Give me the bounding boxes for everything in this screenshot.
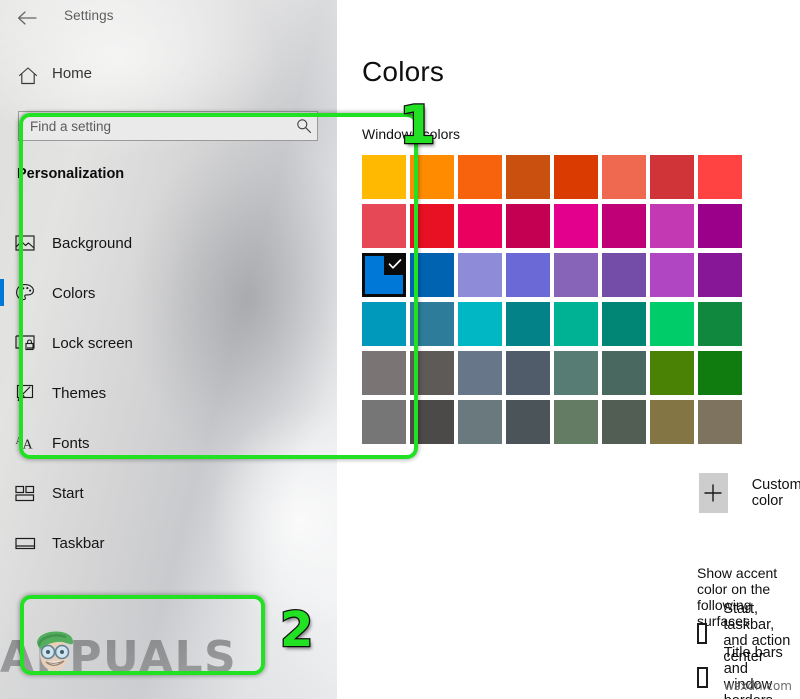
color-swatch[interactable]	[362, 302, 406, 346]
windows-colors-swatch-grid	[362, 155, 742, 444]
sidebar-item-label: Colors	[52, 284, 96, 302]
page-title: Colors	[362, 56, 445, 87]
sidebar-item-label: Start	[52, 484, 84, 502]
color-swatch[interactable]	[602, 253, 646, 297]
color-swatch[interactable]	[362, 351, 406, 395]
color-swatch[interactable]	[362, 400, 406, 444]
color-swatch[interactable]	[602, 302, 646, 346]
color-swatch[interactable]	[458, 155, 502, 199]
color-swatch[interactable]	[698, 351, 742, 395]
color-swatch[interactable]	[410, 204, 454, 248]
sidebar-item-taskbar[interactable]: Taskbar	[0, 518, 337, 568]
font-icon: A A	[15, 434, 45, 452]
sidebar-item-label: Lock screen	[52, 334, 133, 352]
color-swatch[interactable]	[458, 302, 502, 346]
sidebar-item-colors[interactable]: Colors	[0, 268, 337, 318]
taskbar-icon	[15, 536, 45, 551]
sidebar-item-start[interactable]: Start	[0, 468, 337, 518]
color-swatch[interactable]	[554, 351, 598, 395]
color-swatch[interactable]	[506, 400, 550, 444]
search-box[interactable]	[18, 111, 318, 141]
color-swatch[interactable]	[650, 351, 694, 395]
back-arrow-icon[interactable]	[12, 5, 42, 31]
start-tiles-icon	[15, 485, 45, 502]
home-icon	[17, 65, 39, 92]
sidebar-home-label: Home	[52, 65, 93, 82]
svg-text:A: A	[23, 438, 34, 453]
color-swatch[interactable]	[362, 253, 406, 297]
color-swatch[interactable]	[410, 400, 454, 444]
plus-icon	[704, 484, 723, 502]
settings-sidebar: Settings Home Personalization	[0, 0, 337, 699]
color-swatch[interactable]	[602, 351, 646, 395]
source-watermark: wsxdn.com	[724, 679, 792, 693]
color-swatch[interactable]	[506, 302, 550, 346]
color-swatch[interactable]	[650, 253, 694, 297]
lock-screen-icon	[15, 334, 45, 352]
appuals-mascot-icon	[37, 631, 74, 671]
color-swatch[interactable]	[602, 204, 646, 248]
palette-icon	[15, 283, 45, 303]
sidebar-item-lock-screen[interactable]: Lock screen	[0, 318, 337, 368]
color-swatch[interactable]	[650, 400, 694, 444]
color-swatch[interactable]	[362, 204, 406, 248]
custom-color-label: Custom color	[751, 477, 800, 509]
title-bar: Settings	[0, 0, 337, 36]
checkbox-start-taskbar-action-center[interactable]	[697, 622, 708, 644]
sidebar-item-label: Taskbar	[52, 534, 105, 552]
color-swatch[interactable]	[554, 400, 598, 444]
color-swatch[interactable]	[554, 253, 598, 297]
color-swatch[interactable]	[602, 400, 646, 444]
sidebar-item-label: Fonts	[52, 434, 90, 452]
color-swatch[interactable]	[698, 155, 742, 199]
color-swatch[interactable]	[506, 351, 550, 395]
sidebar-nav-list: Background Colors Lock screen Themes A A…	[0, 218, 337, 568]
custom-color-row: Custom color	[699, 473, 800, 513]
appuals-watermark: APPUALS	[0, 627, 250, 691]
color-swatch[interactable]	[362, 155, 406, 199]
color-swatch[interactable]	[554, 204, 598, 248]
color-swatch[interactable]	[506, 204, 550, 248]
selection-indicator	[0, 279, 4, 306]
color-swatch[interactable]	[650, 302, 694, 346]
color-swatch[interactable]	[698, 302, 742, 346]
custom-color-button[interactable]	[699, 473, 728, 513]
color-swatch[interactable]	[506, 155, 550, 199]
checkbox-title-bars-window-borders[interactable]	[697, 666, 708, 688]
sidebar-item-label: Themes	[52, 384, 107, 402]
search-input[interactable]	[19, 118, 291, 134]
color-swatch[interactable]	[458, 351, 502, 395]
color-swatch[interactable]	[650, 155, 694, 199]
sidebar-item-label: Background	[52, 234, 133, 252]
color-swatch[interactable]	[458, 400, 502, 444]
sidebar-item-themes[interactable]: Themes	[0, 368, 337, 418]
color-swatch[interactable]	[554, 302, 598, 346]
color-swatch[interactable]	[458, 253, 502, 297]
window-title: Settings	[64, 8, 114, 23]
search-icon	[291, 118, 317, 134]
brush-icon	[15, 384, 45, 402]
color-swatch[interactable]	[698, 204, 742, 248]
annotation-number-2: 2	[279, 601, 315, 660]
color-swatch[interactable]	[410, 253, 454, 297]
color-swatch[interactable]	[698, 253, 742, 297]
color-swatch[interactable]	[506, 253, 550, 297]
sidebar-item-background[interactable]: Background	[0, 218, 337, 268]
sidebar-section-header: Personalization	[17, 166, 125, 182]
color-swatch[interactable]	[410, 302, 454, 346]
image-icon	[15, 234, 45, 252]
annotation-number-1: 1	[398, 94, 437, 158]
checkmark-icon	[384, 253, 406, 275]
sidebar-item-home[interactable]: Home	[0, 62, 337, 92]
color-swatch[interactable]	[698, 400, 742, 444]
color-swatch[interactable]	[650, 204, 694, 248]
color-swatch[interactable]	[458, 204, 502, 248]
color-swatch[interactable]	[602, 155, 646, 199]
color-swatch[interactable]	[410, 155, 454, 199]
settings-window: Settings Home Personalization	[0, 0, 800, 699]
color-swatch[interactable]	[554, 155, 598, 199]
color-swatch[interactable]	[410, 351, 454, 395]
sidebar-item-fonts[interactable]: A A Fonts	[0, 418, 337, 468]
